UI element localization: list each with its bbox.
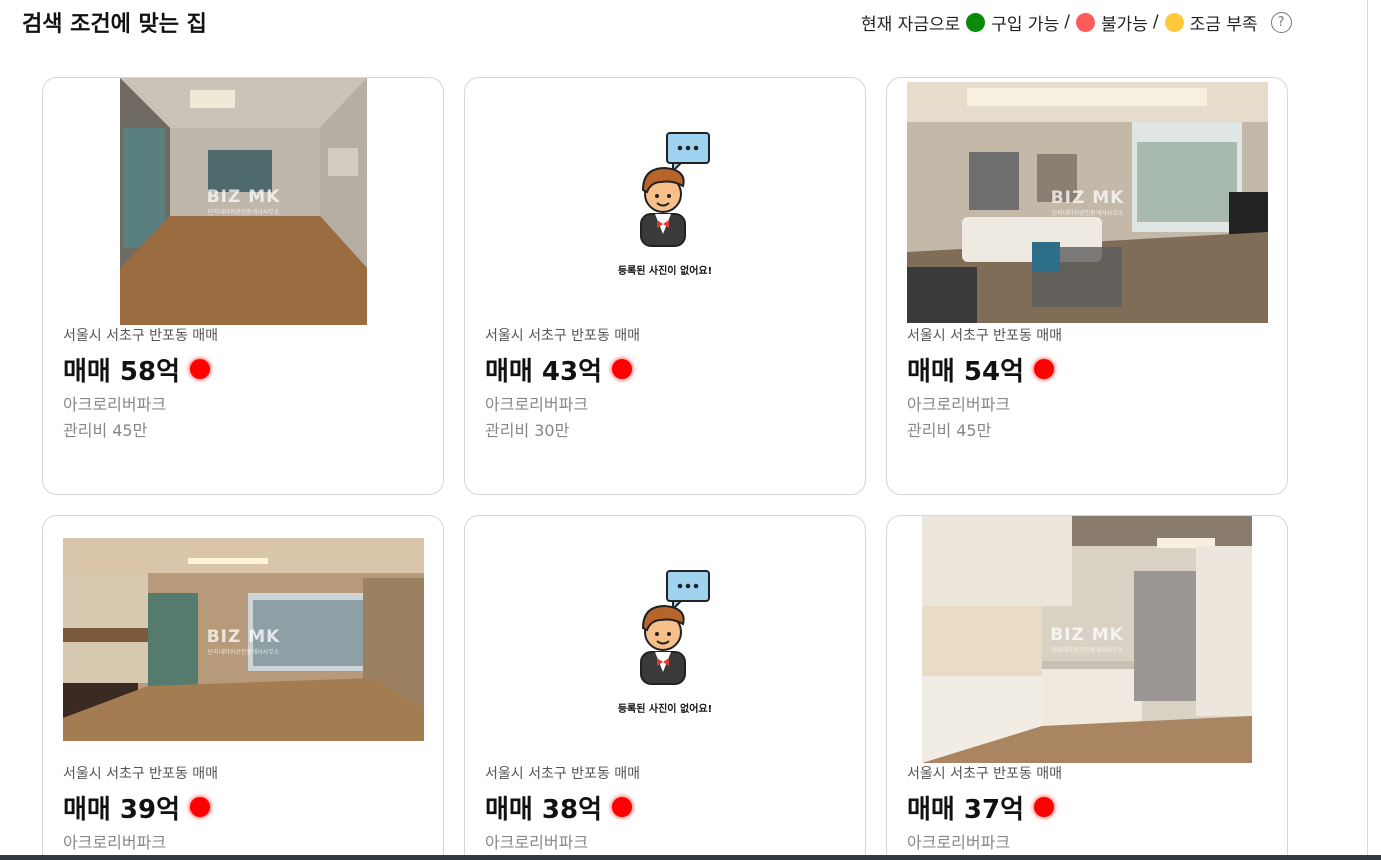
legend-label-unaffordable: 불가능: [1100, 14, 1148, 35]
listing-photo: BIZ MK 단지내타워공인중개사사무소: [922, 516, 1252, 763]
help-icon[interactable]: ?: [1270, 11, 1292, 33]
photo-watermark: BIZ MK 단지내타워공인중개사사무소: [206, 627, 281, 657]
page-title: 검색 조건에 맞는 집: [22, 12, 207, 37]
listing-price: 매매 38억: [485, 794, 602, 825]
listing-card[interactable]: BIZ MK 단지내타워공인중개사사무소 서울시 서초구 반포동 매매 매매 39…: [42, 515, 444, 860]
status-unaffordable-dot: [612, 797, 632, 817]
legend-separator: /: [1064, 12, 1070, 32]
listing-location: 서울시 서초구 반포동 매매: [63, 766, 219, 782]
listing-card[interactable]: 등록된 사진이 없어요! 서울시 서초구 반포동 매매 매매 43억 아크로리버…: [464, 77, 866, 495]
listing-complex: 아크로리버파크: [485, 395, 589, 414]
listing-complex: 아크로리버파크: [907, 395, 1011, 414]
status-unaffordable-dot: [190, 359, 210, 379]
legend-prefix: 현재 자금으로: [861, 14, 961, 35]
agent-illustration-icon: [640, 570, 710, 685]
listing-location: 서울시 서초구 반포동 매매: [907, 766, 1063, 782]
legend-red-dot: [1075, 12, 1095, 32]
listing-price: 매매 39억: [63, 794, 180, 825]
status-unaffordable-dot: [190, 797, 210, 817]
listing-location: 서울시 서초구 반포동 매매: [63, 328, 219, 344]
listing-complex: 아크로리버파크: [63, 833, 167, 852]
legend-label-affordable: 구입 가능: [991, 14, 1060, 35]
no-photo-placeholder: 등록된 사진이 없어요!: [595, 568, 735, 718]
listing-card[interactable]: BIZ MK 단지내타워공인중개사사무소 서울시 서초구 반포동 매매 매매 58…: [42, 77, 444, 495]
listing-fee: 관리비 45만: [907, 421, 992, 440]
no-photo-caption: 등록된 사진이 없어요!: [617, 266, 713, 277]
status-unaffordable-dot: [1034, 359, 1054, 379]
listing-complex: 아크로리버파크: [907, 833, 1011, 852]
photo-watermark: BIZ MK 단지내타워공인중개사사무소: [206, 186, 281, 216]
listing-fee: 관리비 45만: [63, 421, 148, 440]
listing-card[interactable]: 등록된 사진이 없어요! 서울시 서초구 반포동 매매 매매 38억 아크로리버…: [464, 515, 866, 860]
listing-photo: BIZ MK 단지내타워공인중개사사무소: [63, 538, 424, 741]
listing-card[interactable]: BIZ MK 단지내타워공인중개사사무소 서울시 서초구 반포동 매매 매매 54…: [886, 77, 1288, 495]
affordability-legend: 현재 자금으로 구입 가능 / 불가능 / 조금 부족 ?: [861, 10, 1292, 35]
listing-price: 매매 37억: [907, 794, 1024, 825]
listing-complex: 아크로리버파크: [485, 833, 589, 852]
listing-photo: BIZ MK 단지내타워공인중개사사무소: [907, 82, 1268, 323]
listing-card[interactable]: BIZ MK 단지내타워공인중개사사무소 서울시 서초구 반포동 매매 매매 37…: [886, 515, 1288, 860]
legend-separator: /: [1152, 12, 1159, 32]
listing-location: 서울시 서초구 반포동 매매: [485, 766, 641, 782]
no-photo-caption: 등록된 사진이 없어요!: [617, 704, 713, 715]
listing-location: 서울시 서초구 반포동 매매: [907, 328, 1063, 344]
photo-watermark: BIZ MK 단지내타워공인중개사사무소: [1050, 188, 1125, 218]
legend-yellow-dot: [1164, 12, 1184, 32]
no-photo-placeholder: 등록된 사진이 없어요!: [595, 130, 735, 280]
photo-watermark: BIZ MK 단지내타워공인중개사사무소: [1050, 624, 1124, 654]
listing-photo: BIZ MK 단지내타워공인중개사사무소: [120, 78, 367, 325]
vertical-scrollbar[interactable]: [1367, 0, 1381, 860]
bottom-bar: [0, 855, 1381, 860]
listing-price: 매매 43억: [485, 356, 602, 387]
listing-price: 매매 58억: [63, 356, 180, 387]
listing-price: 매매 54억: [907, 356, 1024, 387]
agent-illustration-icon: [640, 132, 710, 247]
listing-complex: 아크로리버파크: [63, 395, 167, 414]
legend-green-dot: [966, 12, 986, 32]
listing-fee: 관리비 30만: [485, 421, 570, 440]
legend-label-slightly-short: 조금 부족: [1189, 14, 1258, 35]
status-unaffordable-dot: [1034, 797, 1054, 817]
listing-location: 서울시 서초구 반포동 매매: [485, 328, 641, 344]
status-unaffordable-dot: [612, 359, 632, 379]
